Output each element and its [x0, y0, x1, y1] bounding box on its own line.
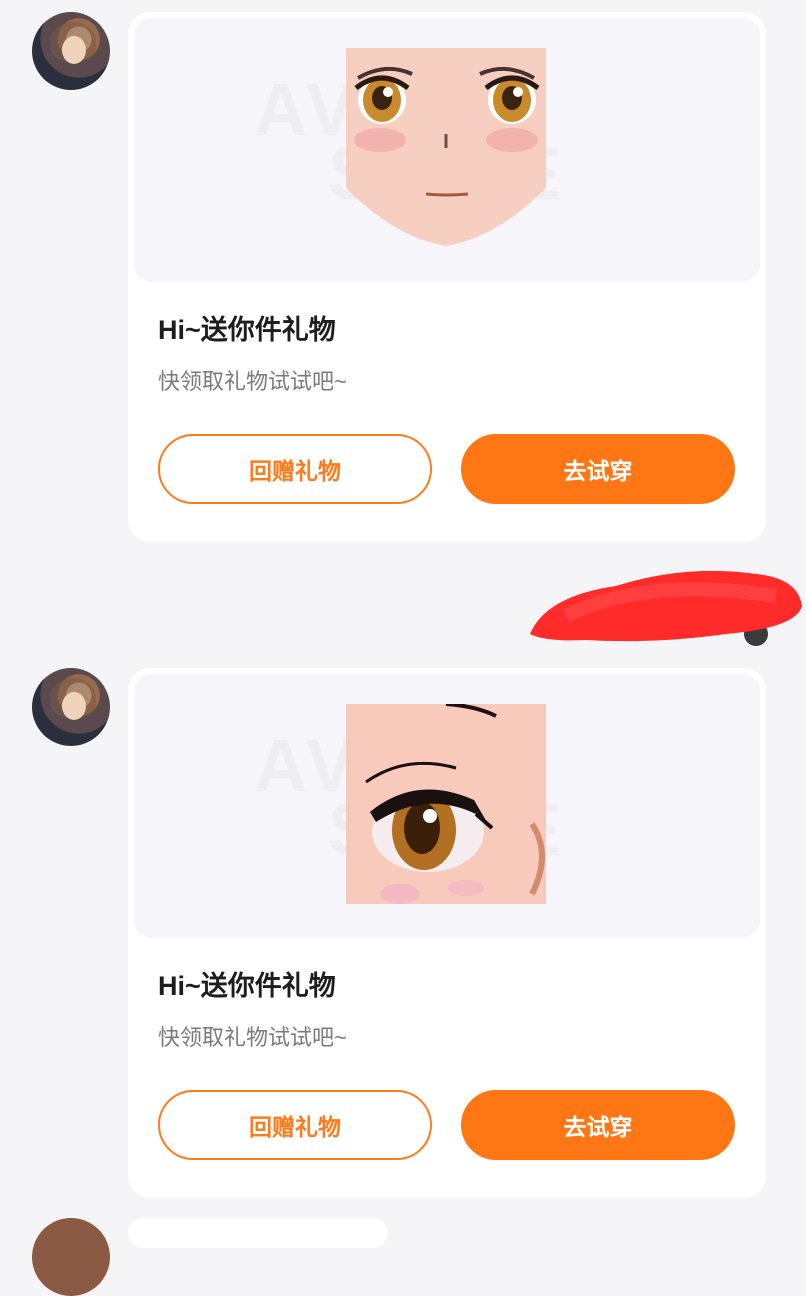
message-title: Hi~送你件礼物 — [158, 315, 336, 345]
message-title: Hi~送你件礼物 — [158, 971, 336, 1001]
avatar-face — [62, 36, 86, 64]
anime-face-thumbnail — [346, 48, 546, 246]
sender-avatar[interactable] — [32, 12, 110, 90]
sender-avatar[interactable] — [32, 1218, 110, 1296]
gift-image-area[interactable]: AV R S RE — [134, 674, 760, 938]
try-on-button[interactable]: 去试穿 — [461, 1090, 735, 1160]
sender-avatar[interactable] — [32, 668, 110, 746]
return-gift-button[interactable]: 回赠礼物 — [158, 1090, 432, 1160]
avatar-face — [62, 692, 86, 720]
message-subtitle: 快领取礼物试试吧~ — [158, 369, 347, 394]
anime-eye-thumbnail — [346, 704, 546, 904]
gift-message-card: AV R S RE Hi~送你件礼物 快领取礼物试试吧~ 回赠礼物 去试穿 — [128, 12, 766, 542]
gift-image-area[interactable]: AV R S RE — [134, 18, 760, 282]
gift-message-card: AV R S RE Hi~送你件礼物 快领取礼物试试吧~ 回赠礼物 去试穿 — [128, 668, 766, 1198]
gift-message-card — [128, 1218, 388, 1248]
message-subtitle: 快领取礼物试试吧~ — [158, 1025, 347, 1050]
try-on-button[interactable]: 去试穿 — [461, 434, 735, 504]
return-gift-button[interactable]: 回赠礼物 — [158, 434, 432, 504]
redacted-message-scribble — [530, 570, 802, 646]
